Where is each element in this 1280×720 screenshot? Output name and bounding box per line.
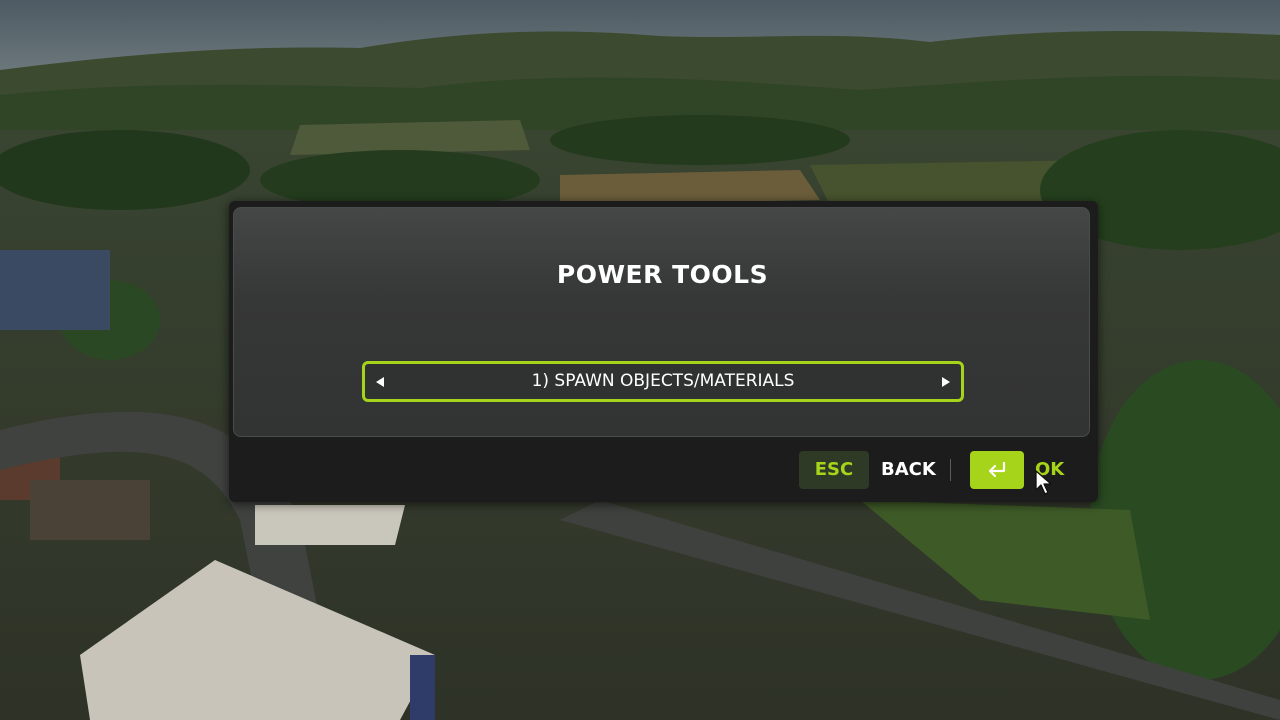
- dialog-panel: POWER TOOLS 1) SPAWN OBJECTS/MATERIALS: [233, 207, 1090, 437]
- enter-key-button[interactable]: [970, 451, 1024, 489]
- dialog-footer: ESC BACK OK: [229, 441, 1098, 498]
- arrow-right-icon[interactable]: [942, 377, 950, 387]
- arrow-left-icon[interactable]: [376, 377, 384, 387]
- enter-key-icon: [988, 462, 1006, 478]
- esc-key-button[interactable]: ESC: [799, 451, 869, 489]
- option-selector[interactable]: 1) SPAWN OBJECTS/MATERIALS: [362, 361, 964, 402]
- selector-value: 1) SPAWN OBJECTS/MATERIALS: [531, 371, 795, 391]
- dialog-title: POWER TOOLS: [556, 260, 769, 289]
- footer-divider: [950, 459, 951, 481]
- back-button[interactable]: BACK: [881, 451, 936, 489]
- power-tools-dialog: POWER TOOLS 1) SPAWN OBJECTS/MATERIALS E…: [229, 201, 1098, 502]
- mouse-cursor-icon: [1035, 470, 1053, 500]
